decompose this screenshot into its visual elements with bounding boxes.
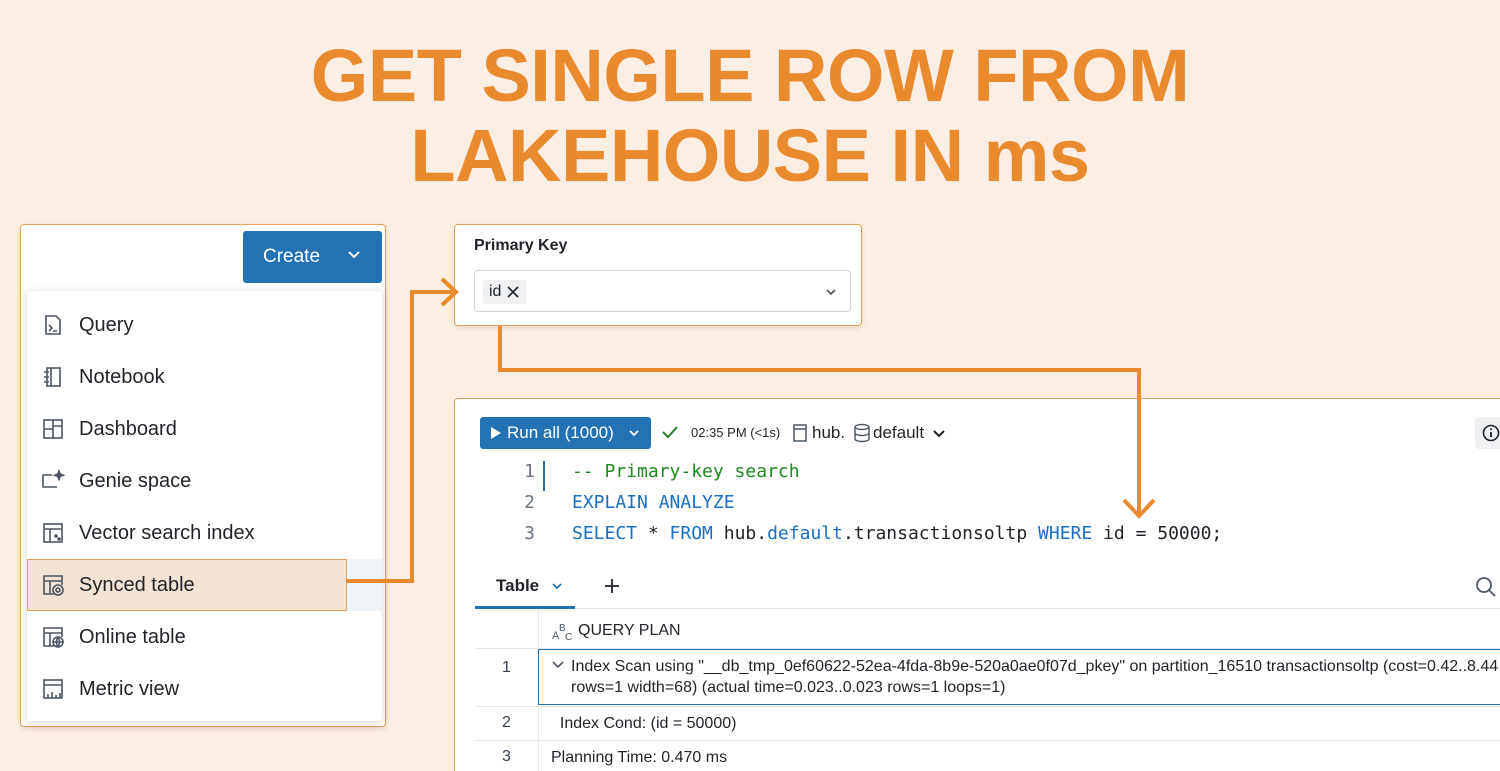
code-editor[interactable]: 1 -- Primary-key search 2 EXPLAIN ANALYZ… bbox=[455, 461, 1500, 557]
chevron-down-icon[interactable] bbox=[627, 426, 641, 440]
catalog-icon bbox=[793, 424, 807, 442]
menu-item-label: Dashboard bbox=[79, 417, 177, 440]
menu-item-label: Query bbox=[79, 313, 134, 336]
headline-line-1: GET SINGLE ROW FROM bbox=[310, 34, 1190, 117]
primary-key-panel: Primary Key id bbox=[454, 224, 862, 326]
svg-text:C: C bbox=[565, 632, 572, 642]
online-table-icon bbox=[39, 623, 67, 651]
code-line: 3 SELECT * FROM hub.default.transactions… bbox=[455, 523, 1500, 554]
code-text: SELECT * FROM hub.default.transactionsol… bbox=[572, 523, 1223, 544]
check-icon bbox=[662, 426, 678, 439]
chevron-down-icon bbox=[348, 251, 360, 259]
sql-editor-panel: Run all (1000) 02:35 PM (<1s) hub. defau… bbox=[454, 398, 1500, 771]
schema-icon bbox=[854, 423, 870, 443]
chevron-down-icon[interactable] bbox=[551, 581, 563, 591]
column-header[interactable]: QUERY PLAN bbox=[578, 622, 681, 640]
line-number: 2 bbox=[524, 492, 535, 513]
cursor-bar bbox=[543, 461, 545, 491]
create-menu-panel: Create Query Notebook Dashboard Genie sp… bbox=[20, 224, 386, 727]
primary-key-label: Primary Key bbox=[474, 237, 568, 254]
row-number: 1 bbox=[502, 659, 511, 676]
table-cell: Index Cond: (id = 50000) bbox=[551, 715, 737, 732]
chevron-down-icon[interactable] bbox=[551, 658, 565, 672]
close-icon[interactable] bbox=[506, 285, 520, 299]
line-number: 1 bbox=[524, 461, 535, 482]
primary-key-select[interactable]: id bbox=[474, 270, 851, 312]
query-icon bbox=[39, 311, 67, 339]
run-timestamp: 02:35 PM (<1s) bbox=[691, 425, 781, 440]
catalog-name[interactable]: hub. bbox=[812, 423, 845, 443]
info-icon bbox=[1482, 424, 1500, 442]
menu-item-query[interactable]: Query bbox=[27, 299, 382, 351]
create-button[interactable]: Create bbox=[243, 231, 382, 283]
notebook-icon bbox=[39, 363, 67, 391]
info-button[interactable] bbox=[1475, 417, 1500, 449]
menu-item-label: Metric view bbox=[79, 677, 180, 700]
tab-table[interactable]: Table bbox=[475, 565, 575, 609]
headline-line-2: LAKEHOUSE IN ms bbox=[410, 114, 1090, 197]
menu-item-genie-space[interactable]: Genie space bbox=[27, 455, 382, 507]
line-number: 3 bbox=[524, 523, 535, 544]
menu-item-label: Online table bbox=[79, 625, 186, 648]
play-icon bbox=[490, 426, 502, 440]
menu-item-synced-table[interactable]: Synced table bbox=[27, 559, 382, 611]
table-cell: Planning Time: 0.470 ms bbox=[551, 749, 728, 766]
primary-key-chip: id bbox=[483, 280, 527, 304]
dashboard-icon bbox=[39, 415, 67, 443]
results-tab-bar: Table bbox=[475, 565, 1500, 609]
synced-table-icon bbox=[39, 571, 67, 599]
row-number: 2 bbox=[502, 714, 511, 731]
chevron-down-icon[interactable] bbox=[824, 285, 838, 299]
chevron-down-icon[interactable] bbox=[932, 428, 946, 440]
table-row[interactable]: 3 Planning Time: 0.470 ms bbox=[475, 741, 1500, 771]
run-all-label: Run all (1000) bbox=[507, 423, 614, 442]
menu-item-label: Notebook bbox=[79, 365, 165, 388]
code-line: 1 -- Primary-key search bbox=[455, 461, 1500, 492]
text-type-icon: ABC bbox=[552, 623, 572, 642]
vector-index-icon bbox=[39, 519, 67, 547]
tab-label: Table bbox=[496, 575, 540, 595]
create-dropdown-list: Query Notebook Dashboard Genie space Vec… bbox=[27, 291, 382, 721]
menu-item-label: Vector search index bbox=[79, 521, 255, 544]
catalog-label: hub bbox=[812, 423, 841, 442]
code-line: 2 EXPLAIN ANALYZE bbox=[455, 492, 1500, 523]
menu-item-notebook[interactable]: Notebook bbox=[27, 351, 382, 403]
table-row[interactable]: 1 Index Scan using "__db_tmp_0ef60622-52… bbox=[475, 649, 1500, 707]
row-number: 3 bbox=[502, 748, 511, 765]
table-row[interactable]: 2 Index Cond: (id = 50000) bbox=[475, 707, 1500, 741]
table-cell: Index Scan using "__db_tmp_0ef60622-52ea… bbox=[571, 656, 1500, 698]
menu-item-label: Synced table bbox=[79, 573, 195, 596]
headline: GET SINGLE ROW FROM LAKEHOUSE IN ms bbox=[0, 36, 1500, 196]
search-icon[interactable] bbox=[1475, 576, 1497, 598]
run-all-button[interactable]: Run all (1000) bbox=[480, 417, 651, 449]
plus-icon[interactable] bbox=[603, 577, 621, 595]
create-button-label: Create bbox=[263, 246, 321, 267]
genie-icon bbox=[39, 467, 67, 495]
chip-label: id bbox=[489, 283, 502, 300]
metric-view-icon bbox=[39, 675, 67, 703]
code-text: EXPLAIN ANALYZE bbox=[572, 492, 735, 513]
schema-name[interactable]: default bbox=[873, 423, 924, 443]
catalog-separator: . bbox=[840, 423, 846, 442]
menu-item-dashboard[interactable]: Dashboard bbox=[27, 403, 382, 455]
menu-item-metric-view[interactable]: Metric view bbox=[27, 663, 382, 715]
cell-line: rows=1 width=68) (actual time=0.023..0.0… bbox=[571, 679, 1006, 696]
cell-line: Index Scan using "__db_tmp_0ef60622-52ea… bbox=[571, 658, 1499, 675]
menu-item-online-table[interactable]: Online table bbox=[27, 611, 382, 663]
code-text: -- Primary-key search bbox=[572, 461, 800, 482]
table-header: ABC QUERY PLAN bbox=[475, 609, 1500, 649]
menu-item-vector-search-index[interactable]: Vector search index bbox=[27, 507, 382, 559]
menu-item-label: Genie space bbox=[79, 469, 192, 492]
